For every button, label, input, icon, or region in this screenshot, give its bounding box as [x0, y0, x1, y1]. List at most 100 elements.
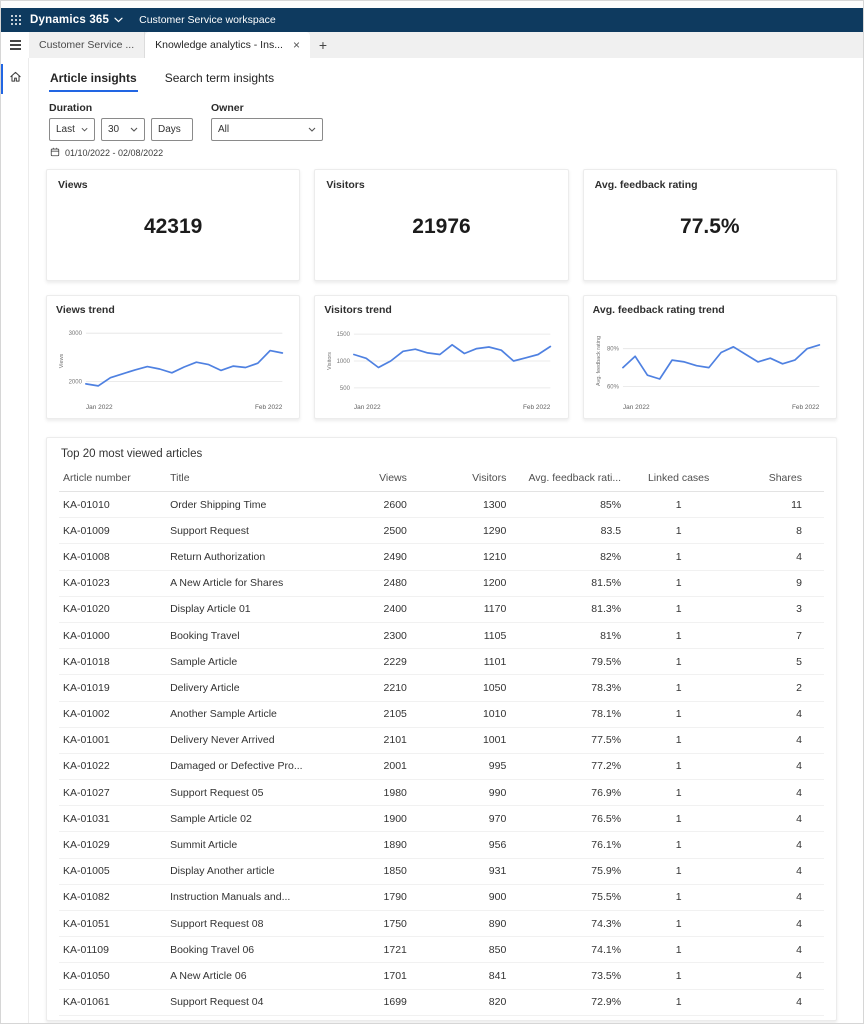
cell-views: 1980 [334, 780, 411, 806]
table-row[interactable]: KA-01022 Damaged or Defective Pro... 200… [59, 753, 824, 779]
cell-linked-cases: 1 [625, 753, 732, 779]
cell-feedback-rating: 76.1% [510, 832, 625, 858]
top-articles-table: Article number Title Views Visitors Avg.… [59, 465, 824, 1016]
kpi-value: 77.5% [595, 191, 825, 271]
cell-article-number: KA-01031 [59, 806, 166, 832]
cell-linked-cases: 1 [625, 963, 732, 989]
cell-article-number: KA-01018 [59, 649, 166, 675]
cell-shares: 4 [732, 544, 824, 570]
cell-linked-cases: 1 [625, 649, 732, 675]
cell-visitors: 1105 [411, 622, 510, 648]
col-views[interactable]: Views [334, 465, 411, 492]
chevron-down-icon[interactable] [114, 17, 123, 23]
chart-title: Avg. feedback rating trend [593, 304, 827, 316]
waffle-menu-icon[interactable] [11, 15, 21, 25]
svg-text:500: 500 [340, 386, 351, 392]
cell-visitors: 970 [411, 806, 510, 832]
owner-select[interactable]: All [211, 118, 323, 141]
cell-views: 2001 [334, 753, 411, 779]
table-row[interactable]: KA-01005 Display Another article 1850 93… [59, 858, 824, 884]
chart-title: Visitors trend [324, 304, 558, 316]
cell-views: 1790 [334, 884, 411, 910]
duration-count-value: 30 [108, 124, 119, 135]
table-row[interactable]: KA-01031 Sample Article 02 1900 970 76.5… [59, 806, 824, 832]
table-row[interactable]: KA-01029 Summit Article 1890 956 76.1% 1… [59, 832, 824, 858]
table-row[interactable]: KA-01002 Another Sample Article 2105 101… [59, 701, 824, 727]
cell-feedback-rating: 78.1% [510, 701, 625, 727]
cell-linked-cases: 1 [625, 780, 732, 806]
svg-text:Jan 2022: Jan 2022 [354, 404, 381, 411]
cell-article-number: KA-01027 [59, 780, 166, 806]
duration-unit-box[interactable]: Days [151, 118, 193, 141]
table-row[interactable]: KA-01008 Return Authorization 2490 1210 … [59, 544, 824, 570]
cell-title: Delivery Article [166, 675, 334, 701]
table-row[interactable]: KA-01061 Support Request 04 1699 820 72.… [59, 989, 824, 1015]
table-row[interactable]: KA-01019 Delivery Article 2210 1050 78.3… [59, 675, 824, 701]
app-title[interactable]: Dynamics 365 [30, 14, 109, 26]
table-row[interactable]: KA-01001 Delivery Never Arrived 2101 100… [59, 727, 824, 753]
cell-visitors: 1290 [411, 518, 510, 544]
table-row[interactable]: KA-01027 Support Request 05 1980 990 76.… [59, 780, 824, 806]
table-row[interactable]: KA-01023 A New Article for Shares 2480 1… [59, 570, 824, 596]
cell-shares: 7 [732, 622, 824, 648]
table-row[interactable]: KA-01109 Booking Travel 06 1721 850 74.1… [59, 937, 824, 963]
cell-feedback-rating: 82% [510, 544, 625, 570]
svg-text:Feb 2022: Feb 2022 [792, 404, 820, 411]
cell-visitors: 995 [411, 753, 510, 779]
cell-visitors: 890 [411, 911, 510, 937]
col-feedback-rating[interactable]: Avg. feedback rati... [510, 465, 625, 492]
cell-visitors: 900 [411, 884, 510, 910]
owner-label: Owner [211, 102, 323, 114]
cell-shares: 4 [732, 780, 824, 806]
table-row[interactable]: KA-01082 Instruction Manuals and... 1790… [59, 884, 824, 910]
cell-article-number: KA-01082 [59, 884, 166, 910]
table-row[interactable]: KA-01009 Support Request 2500 1290 83.5 … [59, 518, 824, 544]
col-visitors[interactable]: Visitors [411, 465, 510, 492]
sidebar-item-home[interactable] [1, 64, 28, 94]
cell-title: Delivery Never Arrived [166, 727, 334, 753]
table-row[interactable]: KA-01018 Sample Article 2229 1101 79.5% … [59, 649, 824, 675]
hamburger-button[interactable] [1, 32, 29, 58]
table-row[interactable]: KA-01010 Order Shipping Time 2600 1300 8… [59, 492, 824, 518]
tab-knowledge-analytics[interactable]: Knowledge analytics - Ins... × [145, 32, 310, 58]
svg-text:60%: 60% [607, 384, 620, 390]
kpi-value: 21976 [326, 191, 556, 271]
table-row[interactable]: KA-01051 Support Request 08 1750 890 74.… [59, 911, 824, 937]
tab-article-insights[interactable]: Article insights [49, 64, 138, 92]
col-linked-cases[interactable]: Linked cases [625, 465, 732, 492]
cell-feedback-rating: 81.5% [510, 570, 625, 596]
col-shares[interactable]: Shares [732, 465, 824, 492]
cell-feedback-rating: 81% [510, 622, 625, 648]
cell-views: 2300 [334, 622, 411, 648]
cell-article-number: KA-01005 [59, 858, 166, 884]
app-window: Dynamics 365 Customer Service workspace … [0, 0, 864, 1024]
table-row[interactable]: KA-01050 A New Article 06 1701 841 73.5%… [59, 963, 824, 989]
cell-feedback-rating: 77.5% [510, 727, 625, 753]
cell-views: 2101 [334, 727, 411, 753]
cell-article-number: KA-01001 [59, 727, 166, 753]
cell-shares: 5 [732, 649, 824, 675]
cell-views: 1900 [334, 806, 411, 832]
col-title[interactable]: Title [166, 465, 334, 492]
cell-shares: 4 [732, 963, 824, 989]
cell-visitors: 1010 [411, 701, 510, 727]
close-icon[interactable]: × [293, 39, 300, 51]
tab-search-term-insights[interactable]: Search term insights [164, 64, 275, 92]
cell-visitors: 931 [411, 858, 510, 884]
table-row[interactable]: KA-01020 Display Article 01 2400 1170 81… [59, 596, 824, 622]
svg-text:Views: Views [59, 353, 65, 368]
duration-range-select[interactable]: Last [49, 118, 95, 141]
table-row[interactable]: KA-01000 Booking Travel 2300 1105 81% 1 … [59, 622, 824, 648]
feedback-rating-trend-chart: 60%80%Avg. feedback ratingJan 2022Feb 20… [593, 318, 827, 412]
cell-linked-cases: 1 [625, 622, 732, 648]
cell-linked-cases: 1 [625, 832, 732, 858]
cell-title: Summit Article [166, 832, 334, 858]
svg-text:Visitors: Visitors [327, 352, 333, 370]
cell-article-number: KA-01019 [59, 675, 166, 701]
col-article-number[interactable]: Article number [59, 465, 166, 492]
cell-linked-cases: 1 [625, 806, 732, 832]
cell-article-number: KA-01109 [59, 937, 166, 963]
tab-customer-service[interactable]: Customer Service ... [29, 32, 145, 58]
new-tab-button[interactable]: + [310, 32, 336, 58]
duration-count-select[interactable]: 30 [101, 118, 145, 141]
